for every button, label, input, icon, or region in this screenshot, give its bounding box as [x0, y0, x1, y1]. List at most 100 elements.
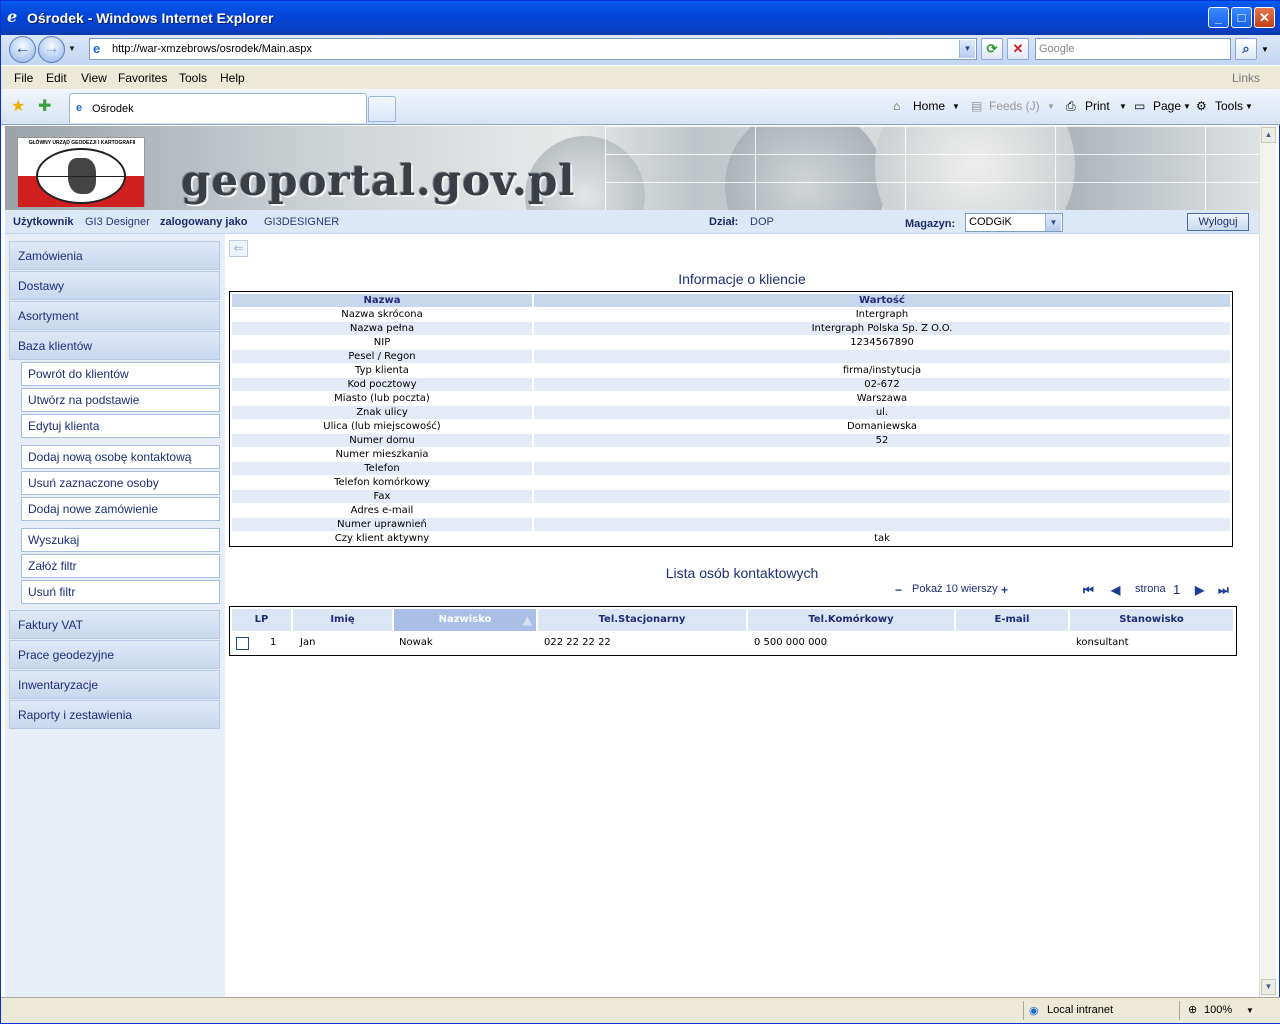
prev-page-icon[interactable]: ◀: [1111, 583, 1120, 597]
sidebar-item-prace[interactable]: Prace geodezyjne: [9, 640, 220, 669]
tools-dropdown-icon[interactable]: ▼: [1245, 102, 1253, 111]
favorites-star-icon[interactable]: ★: [11, 96, 25, 116]
sidebar-item-faktury[interactable]: Faktury VAT: [9, 610, 220, 639]
rows-minus-button[interactable]: −: [895, 583, 902, 597]
search-icon[interactable]: ⌕: [1235, 38, 1257, 60]
minimize-button[interactable]: _: [1208, 7, 1229, 28]
feeds-dropdown-icon[interactable]: ▼: [1047, 102, 1055, 111]
info-row: Typ klienta firma/instytucja: [232, 364, 1230, 377]
scroll-down-icon[interactable]: ▼: [1261, 979, 1276, 995]
zoom-icon[interactable]: ⊕: [1188, 1003, 1197, 1016]
sidebar-item-zamowienia[interactable]: Zamówienia: [9, 241, 220, 270]
rows-plus-button[interactable]: +: [1001, 583, 1008, 597]
sidebar-sub-usun-filtr[interactable]: Usuń filtr: [21, 580, 220, 604]
info-row: Czy klient aktywny tak: [232, 532, 1230, 545]
address-dropdown-icon[interactable]: ▼: [959, 40, 975, 58]
feeds-icon: ▤: [971, 99, 983, 113]
close-button[interactable]: ✕: [1254, 7, 1275, 28]
info-value-cell: Intergraph Polska Sp. Z O.O.: [534, 322, 1230, 335]
sidebar-sub-usun-osoby[interactable]: Usuń zaznaczone osoby: [21, 471, 220, 495]
tools-gear-icon[interactable]: ⚙: [1196, 99, 1207, 113]
info-header-name: Nazwa: [232, 294, 532, 307]
add-favorites-icon[interactable]: ✚: [38, 96, 51, 116]
sidebar-item-dostawy[interactable]: Dostawy: [9, 271, 220, 300]
status-bar: ◉ Local intranet ⊕ 100% ▼: [1, 997, 1280, 1023]
page-icon[interactable]: ▭: [1134, 99, 1145, 113]
logo-text: GŁÓWNY URZĄD GEODEZJI I KARTOGRAFII: [28, 140, 136, 146]
sidebar-sub-powrot[interactable]: Powrót do klientów: [21, 362, 220, 386]
cell-imie: Jan: [300, 637, 316, 648]
home-icon[interactable]: ⌂: [893, 99, 900, 113]
row-checkbox[interactable]: [236, 637, 249, 650]
first-page-icon[interactable]: ⏮: [1083, 583, 1094, 598]
sidebar-sub-utworz[interactable]: Utwórz na podstawie: [21, 388, 220, 412]
zoom-level[interactable]: 100%: [1204, 1004, 1232, 1016]
address-bar[interactable]: e http://war-xmzebrows/osrodek/Main.aspx…: [89, 38, 977, 60]
page-dropdown-icon[interactable]: ▼: [1183, 102, 1191, 111]
sidebar-item-raporty[interactable]: Raporty i zestawienia: [9, 700, 220, 729]
info-row: Kod pocztowy 02-672: [232, 378, 1230, 391]
tab-osrodek[interactable]: e Ośrodek: [69, 93, 367, 123]
menu-file[interactable]: File: [14, 71, 33, 85]
menu-help[interactable]: Help: [220, 71, 245, 85]
search-input[interactable]: Google: [1035, 38, 1231, 60]
menu-edit[interactable]: Edit: [46, 71, 67, 85]
info-row: Nazwa pełna Intergraph Polska Sp. Z O.O.: [232, 322, 1230, 335]
back-button[interactable]: ←: [9, 36, 36, 63]
sidebar-sub-wyszukaj[interactable]: Wyszukaj: [21, 528, 220, 552]
info-value-cell: [534, 462, 1230, 475]
client-info-table: Nazwa Wartość Nazwa skrócona Intergraph Na…: [229, 291, 1233, 547]
home-button[interactable]: Home: [913, 99, 945, 113]
print-icon[interactable]: ⎙: [1066, 99, 1076, 114]
search-options-icon[interactable]: ▼: [1261, 45, 1269, 54]
new-tab-button[interactable]: [368, 96, 396, 122]
menu-view[interactable]: View: [81, 71, 107, 85]
col-tel-komorkowy[interactable]: Tel.Komórkowy: [748, 609, 955, 631]
col-imie[interactable]: Imię: [293, 609, 393, 631]
store-dropdown-icon[interactable]: ▼: [1045, 214, 1061, 231]
stop-button[interactable]: ✕: [1007, 38, 1029, 60]
col-nazwisko[interactable]: Nazwisko ▲: [394, 609, 537, 631]
tools-button[interactable]: Tools: [1215, 99, 1243, 113]
sidebar-item-asortyment[interactable]: Asortyment: [9, 301, 220, 330]
maximize-button[interactable]: □: [1231, 7, 1252, 28]
col-lp[interactable]: LP: [232, 609, 292, 631]
links-label[interactable]: Links: [1232, 71, 1260, 85]
menu-favorites[interactable]: Favorites: [118, 71, 167, 85]
sidebar-item-inwentaryzacje[interactable]: Inwentaryzacje: [9, 670, 220, 699]
page-button[interactable]: Page: [1153, 99, 1181, 113]
back-arrow-icon[interactable]: ⇐: [229, 240, 248, 257]
sidebar-sub-edytuj[interactable]: Edytuj klienta: [21, 414, 220, 438]
dept-value: DOP: [750, 216, 774, 228]
vertical-scrollbar[interactable]: ▲ ▼: [1259, 126, 1276, 997]
feeds-button[interactable]: Feeds (J): [989, 99, 1040, 113]
sidebar-sub-zaloz-filtr[interactable]: Załóż filtr: [21, 554, 220, 578]
info-value-cell: tak: [874, 533, 890, 544]
col-email[interactable]: E-mail: [956, 609, 1069, 631]
store-select[interactable]: CODGiK ▼: [965, 213, 1063, 232]
scroll-up-icon[interactable]: ▲: [1261, 127, 1276, 143]
print-button[interactable]: Print: [1085, 99, 1110, 113]
info-row: Miasto (lub poczta) Warszawa: [232, 392, 1230, 405]
col-stanowisko[interactable]: Stanowisko: [1070, 609, 1234, 631]
print-dropdown-icon[interactable]: ▼: [1119, 102, 1127, 111]
last-page-icon[interactable]: ⏭: [1218, 583, 1229, 598]
info-row: Numer domu 52: [232, 434, 1230, 447]
zoom-dropdown-icon[interactable]: ▼: [1246, 1006, 1254, 1015]
refresh-button[interactable]: ⟳: [981, 38, 1003, 60]
col-tel-stacjonarny[interactable]: Tel.Stacjonarny: [538, 609, 747, 631]
sidebar-item-baza-klientow[interactable]: Baza klientów: [9, 331, 220, 360]
sidebar-sub-dodaj-osobe[interactable]: Dodaj nową osobę kontaktową: [21, 445, 220, 469]
logout-button[interactable]: Wyloguj: [1187, 213, 1249, 231]
menu-tools[interactable]: Tools: [179, 71, 207, 85]
info-row: Telefon komórkowy: [232, 476, 1230, 489]
next-page-icon[interactable]: ▶: [1195, 583, 1204, 597]
history-dropdown-icon[interactable]: ▼: [68, 44, 76, 53]
home-dropdown-icon[interactable]: ▼: [952, 102, 960, 111]
store-label: Magazyn:: [905, 218, 956, 230]
forward-button[interactable]: →: [38, 36, 65, 63]
address-input[interactable]: http://war-xmzebrows/osrodek/Main.aspx: [112, 43, 312, 55]
ie-icon: e: [7, 7, 18, 26]
logged-label: zalogowany jako: [160, 216, 248, 228]
sidebar-sub-dodaj-zamowienie[interactable]: Dodaj nowe zamówienie: [21, 497, 220, 521]
